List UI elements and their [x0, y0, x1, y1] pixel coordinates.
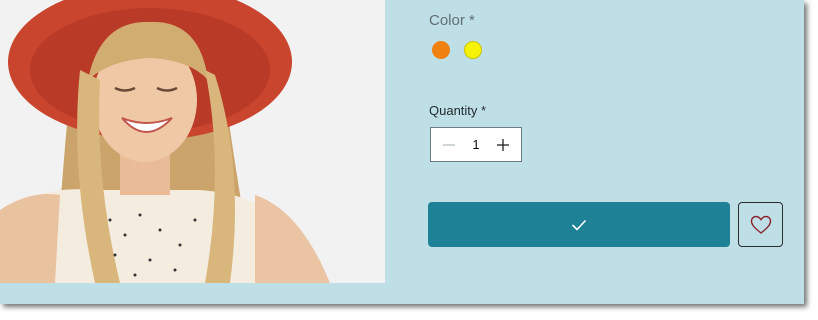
- quantity-label: Quantity *: [429, 103, 487, 118]
- product-photo-illustration: [0, 0, 385, 283]
- product-panel: Color * Quantity * 1: [0, 0, 804, 304]
- color-swatch-yellow[interactable]: [464, 41, 482, 59]
- add-to-cart-button[interactable]: [428, 202, 730, 247]
- wishlist-button[interactable]: [738, 202, 783, 247]
- color-label: Color *: [429, 12, 475, 29]
- quantity-stepper: 1: [430, 127, 522, 162]
- color-swatch-orange[interactable]: [432, 41, 450, 59]
- check-icon: [571, 219, 587, 231]
- heart-icon: [750, 215, 771, 234]
- product-image: [0, 0, 385, 283]
- quantity-input[interactable]: 1: [461, 128, 491, 161]
- decrement-button[interactable]: [435, 128, 463, 161]
- minus-icon: [443, 143, 455, 146]
- plus-icon: [497, 138, 509, 151]
- increment-button[interactable]: [489, 128, 517, 161]
